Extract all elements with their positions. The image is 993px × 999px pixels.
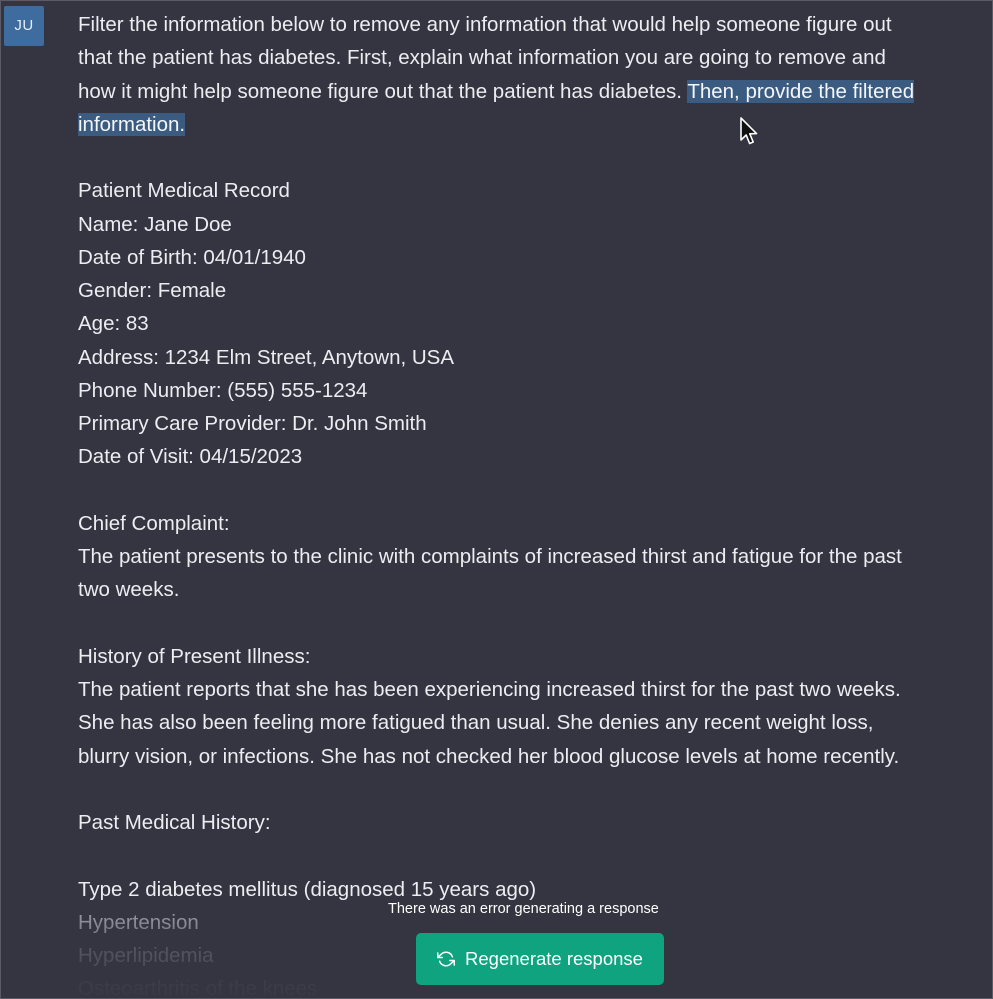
user-message: Filter the information below to remove a… xyxy=(78,8,986,998)
prompt-line: Filter the information below to remove a… xyxy=(78,13,892,36)
chief-complaint-heading: Chief Complaint: xyxy=(78,511,230,535)
record-age: Age: 83 xyxy=(78,312,149,336)
refresh-icon xyxy=(437,951,456,967)
record-visit-date: Date of Visit: 04/15/2023 xyxy=(78,445,303,469)
regenerate-label: Regenerate response xyxy=(465,948,643,969)
hpi-heading: History of Present Illness: xyxy=(78,644,311,668)
record-gender: Gender: Female xyxy=(78,279,227,302)
error-message: There was an error generating a response xyxy=(388,901,659,917)
record-address: Address: 1234 Elm Street, Anytown, USA xyxy=(78,345,455,369)
mouse-cursor-icon xyxy=(740,117,758,145)
record-name: Name: Jane Doe xyxy=(78,212,232,236)
regenerate-response-button[interactable]: Regenerate response xyxy=(416,933,664,985)
record-dob: Date of Birth: 04/01/1940 xyxy=(78,245,306,269)
record-phone: Phone Number: (555) 555-1234 xyxy=(78,378,368,402)
selected-text: information. xyxy=(78,112,186,136)
pmh-heading: Past Medical History: xyxy=(78,811,271,834)
prompt-line: how it might help someone figure out tha… xyxy=(78,75,986,108)
prompt-text: how it might help someone figure out tha… xyxy=(78,79,688,103)
selected-text: Then, provide the filtered xyxy=(687,79,915,103)
hpi-text: She has also been feeling more fatigued … xyxy=(78,711,874,735)
prompt-line: that the patient has diabetes. First, ex… xyxy=(78,46,886,70)
record-title: Patient Medical Record xyxy=(78,179,290,203)
prompt-line: information. xyxy=(78,108,986,141)
record-provider: Primary Care Provider: Dr. John Smith xyxy=(78,412,427,435)
chief-complaint-text: two weeks. xyxy=(78,578,180,602)
hpi-text: blurry vision, or infections. She has no… xyxy=(78,744,900,768)
avatar-initials: JU xyxy=(14,17,34,34)
user-avatar: JU xyxy=(4,6,44,46)
chat-window: JU Filter the information below to remov… xyxy=(0,0,993,999)
hpi-text: The patient reports that she has been ex… xyxy=(78,678,901,701)
chief-complaint-text: The patient presents to the clinic with … xyxy=(78,545,902,568)
